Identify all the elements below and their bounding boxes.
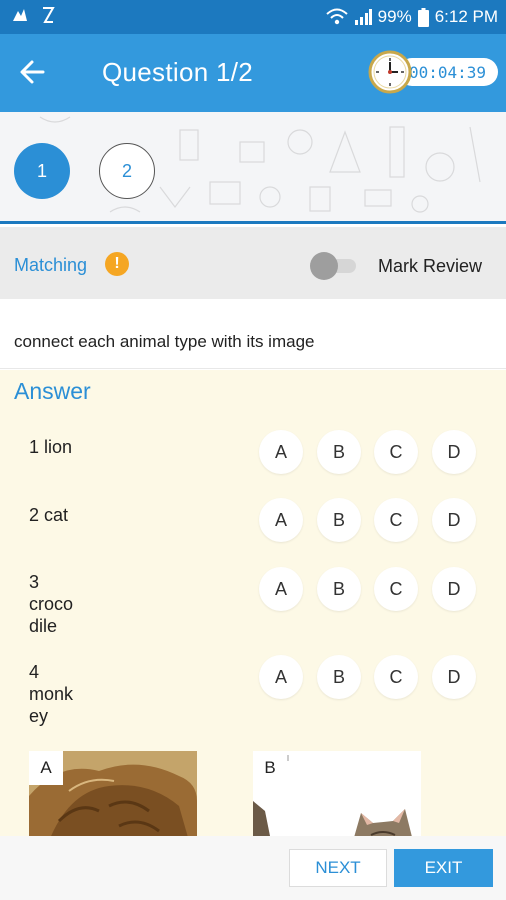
mark-review-label: Mark Review [378, 256, 483, 276]
option-b-button[interactable]: B [317, 567, 361, 611]
option-a-button[interactable]: A [259, 430, 303, 474]
option-a-button[interactable]: A [259, 498, 303, 542]
toggle-knob [310, 252, 338, 280]
doodle-background [39, 116, 481, 213]
match-item-label: 4 monk ey [29, 662, 74, 726]
match-item-label: 1 lion [29, 437, 73, 457]
match-item-label: 3 croco dile [29, 572, 74, 636]
image-option-a: A [29, 751, 197, 836]
option-a-button[interactable]: A [259, 655, 303, 699]
mark-review-toggle[interactable] [310, 252, 360, 280]
option-c-button[interactable]: C [374, 655, 418, 699]
question-1-button[interactable]: 1 [14, 143, 70, 199]
prompt-text: connect each animal type with its image [14, 332, 315, 351]
notification-icon [10, 5, 30, 30]
app-header: Question 1/2 00:04:39 [0, 34, 506, 112]
wifi-icon [325, 8, 348, 26]
option-b-button[interactable]: B [317, 430, 361, 474]
answer-section: Answer 1 lion A B C D 2 cat A B C D 3 cr… [0, 370, 506, 836]
question-prompt: connect each animal type with its image [0, 299, 506, 369]
page-title: Question 1/2 [102, 57, 254, 87]
signal-icon [354, 9, 372, 25]
image-option-b: B [253, 751, 421, 836]
option-b-button[interactable]: B [317, 655, 361, 699]
next-button[interactable]: NEXT [289, 849, 387, 887]
timer: 00:04:39 [368, 50, 498, 94]
option-d-button[interactable]: D [432, 430, 476, 474]
status-time: 6:12 PM [434, 7, 498, 26]
question-navigator: 1 2 [0, 112, 506, 224]
image-tag: A [29, 751, 63, 785]
match-item-label: 2 cat [29, 505, 69, 525]
arrow-left-icon [19, 59, 45, 90]
exit-button[interactable]: EXIT [394, 849, 493, 887]
option-b-button[interactable]: B [317, 498, 361, 542]
option-d-button[interactable]: D [432, 498, 476, 542]
image-tag: B [253, 751, 287, 785]
bottom-action-bar: NEXT EXIT [0, 836, 506, 900]
option-d-button[interactable]: D [432, 567, 476, 611]
answer-title: Answer [14, 378, 91, 404]
question-2-button[interactable]: 2 [99, 143, 155, 199]
status-bar: 99% 6:12 PM [0, 0, 506, 34]
option-d-button[interactable]: D [432, 655, 476, 699]
info-warning-icon[interactable]: ! [105, 252, 129, 276]
timer-value: 00:04:39 [398, 58, 498, 86]
option-c-button[interactable]: C [374, 498, 418, 542]
sync-icon [40, 5, 56, 30]
battery-percent: 99% [377, 7, 412, 26]
option-a-button[interactable]: A [259, 567, 303, 611]
clock-icon [368, 50, 412, 94]
question-type-label: Matching [14, 255, 88, 275]
option-c-button[interactable]: C [374, 430, 418, 474]
back-button[interactable] [14, 56, 50, 92]
battery-icon [417, 7, 429, 27]
option-c-button[interactable]: C [374, 567, 418, 611]
